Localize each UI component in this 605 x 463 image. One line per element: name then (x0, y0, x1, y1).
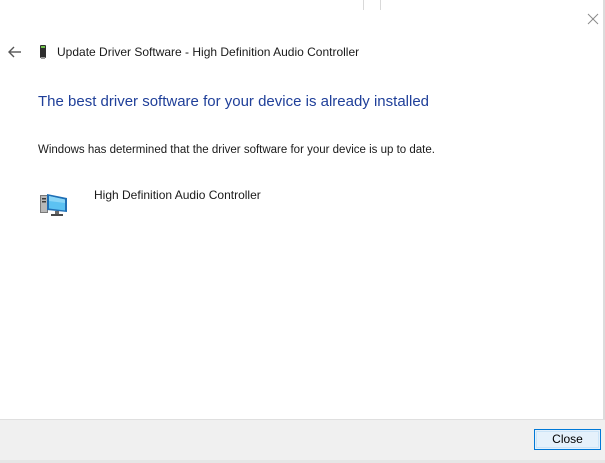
back-arrow-icon[interactable] (7, 44, 23, 60)
top-edge (0, 0, 605, 10)
background-divider (363, 0, 364, 10)
close-icon[interactable] (586, 12, 600, 26)
dialog-title: Update Driver Software - High Definition… (57, 45, 360, 59)
background-divider (380, 0, 381, 10)
close-button[interactable]: Close (534, 429, 601, 450)
close-button-label: Close (552, 432, 583, 446)
device-name: High Definition Audio Controller (94, 188, 261, 202)
device-icon (38, 44, 48, 60)
status-message: Windows has determined that the driver s… (38, 144, 435, 156)
dialog-footer (0, 419, 605, 463)
update-driver-dialog: Update Driver Software - High Definition… (0, 0, 605, 463)
computer-device-icon (38, 190, 70, 218)
status-heading: The best driver software for your device… (38, 93, 430, 110)
